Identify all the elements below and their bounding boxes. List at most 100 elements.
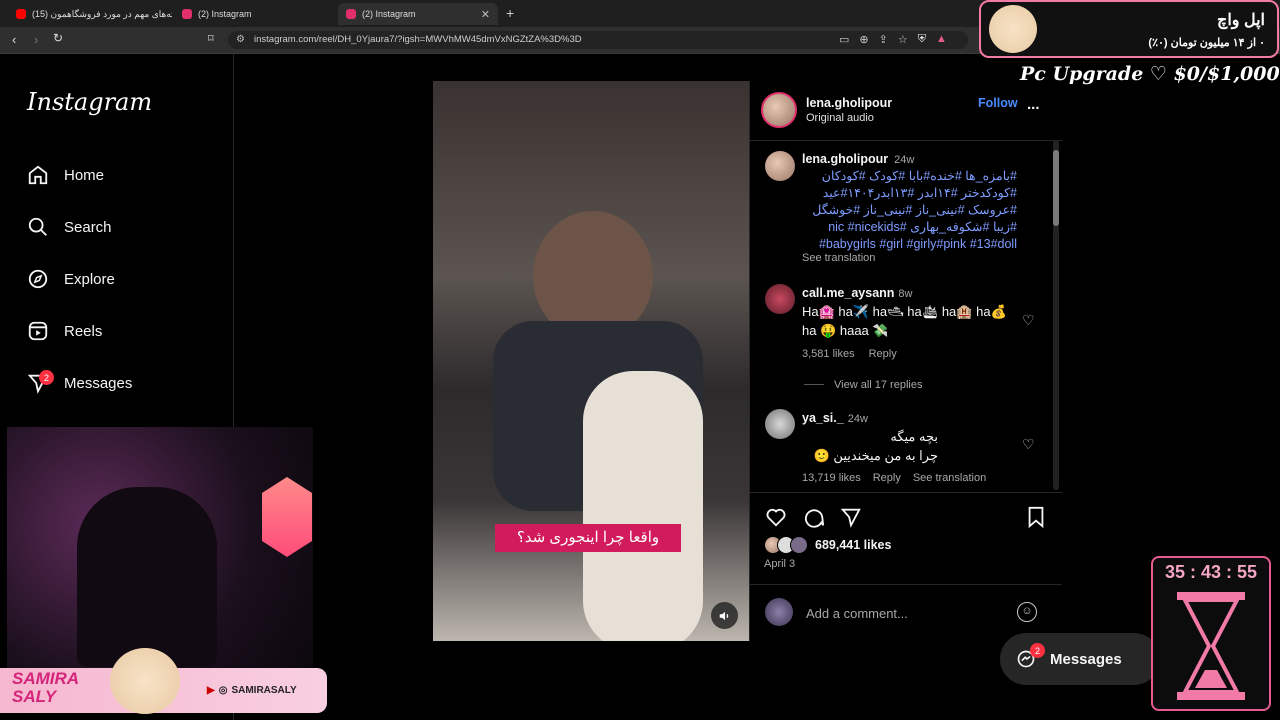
description-username[interactable]: lena.gholipour <box>802 152 888 166</box>
goal-progress: ۰ از ۱۴ میلیون تومان (۰٪) <box>1148 37 1265 49</box>
like-button[interactable] <box>764 505 788 529</box>
messages-badge: 2 <box>39 370 54 385</box>
compass-icon <box>28 269 48 289</box>
current-user-avatar <box>765 598 793 626</box>
new-tab-button[interactable]: + <box>506 5 514 21</box>
mute-button[interactable] <box>711 602 738 629</box>
see-translation-link[interactable]: See translation <box>913 472 986 484</box>
browser-tab-active[interactable]: (2) Instagram ✕ <box>338 3 498 25</box>
likes-count[interactable]: 689,441 likes <box>815 538 891 552</box>
replies-line <box>804 384 824 385</box>
audio-label[interactable]: Original audio <box>806 112 874 124</box>
reply-button[interactable]: Reply <box>873 472 901 484</box>
more-options-icon[interactable]: ... <box>1027 96 1040 113</box>
goal-avatar <box>989 5 1037 53</box>
reload-icon[interactable]: ↻ <box>53 31 63 45</box>
instagram-icon <box>346 9 356 19</box>
description-hashtags[interactable]: #بامزه_ها #خنده#بابا #کودک #کودکان #کودک… <box>802 168 1017 252</box>
tab-label: (15) نکته‌های مهم در مورد فروشگاهمون <box>32 8 172 19</box>
description-avatar[interactable] <box>765 151 795 181</box>
streamer-avatar <box>110 648 180 714</box>
video-child <box>583 371 703 641</box>
youtube-icon <box>16 9 26 19</box>
comment-avatar[interactable] <box>765 284 795 314</box>
sidebar-item-home[interactable]: Home <box>27 160 104 190</box>
description-header: lena.gholipour 24w <box>802 152 914 166</box>
comment-meta: 3,581 likes Reply <box>802 348 897 360</box>
home-icon <box>28 165 48 185</box>
handle-text: SAMIRASALY <box>231 685 297 696</box>
see-translation-link[interactable]: See translation <box>802 252 875 264</box>
comment-icon <box>805 509 825 528</box>
zoom-icon[interactable]: ⊕ <box>859 33 868 46</box>
site-info-icon[interactable]: ⚙ <box>236 34 245 45</box>
follow-button[interactable]: Follow <box>978 96 1018 110</box>
save-button[interactable] <box>1024 505 1048 529</box>
sidebar-item-search[interactable]: Search <box>27 212 112 242</box>
youtube-icon: ▶ <box>207 685 215 696</box>
comment-username[interactable]: ya_si._ <box>802 411 844 425</box>
emoji-icon[interactable]: ☺ <box>1017 602 1037 622</box>
bookmark-icon[interactable]: ⌑ <box>208 32 214 45</box>
browser-tab[interactable]: (15) نکته‌های مهم در مورد فروشگاهمون <box>8 3 172 25</box>
hourglass-icon <box>1177 592 1245 700</box>
sidebar-item-reels[interactable]: Reels <box>27 316 102 346</box>
comment-header: ya_si._ 24w <box>802 411 868 425</box>
comment-likes[interactable]: 3,581 likes <box>802 348 855 360</box>
comment-time: 8w <box>898 288 913 300</box>
speaker-icon <box>719 611 728 620</box>
comment-like-icon[interactable]: ♡ <box>1022 436 1035 453</box>
comment-username[interactable]: call.me_aysann <box>802 286 894 300</box>
scrollbar-thumb[interactable] <box>1053 150 1059 226</box>
comment-header: call.me_aysann 8w <box>802 286 912 300</box>
comment-text: چرا به من میخندیین 🙂 <box>813 448 938 463</box>
comment-text: Ha🏩 ha✈️ ha🛥 ha🛳 ha🏨 ha💰 <box>802 304 1007 319</box>
messages-badge: 2 <box>1030 643 1045 658</box>
search-icon <box>28 217 47 236</box>
toolbar-icons: ▭ ⊕ ⇪ ☆ ⛨ ▲ <box>839 33 947 46</box>
comment-likes[interactable]: 13,719 likes <box>802 472 861 484</box>
cast-icon[interactable]: ▭ <box>839 33 849 46</box>
comment-button[interactable] <box>802 505 826 529</box>
liker-avatars[interactable] <box>764 536 808 554</box>
back-icon[interactable]: ‹ <box>12 32 16 47</box>
countdown-timer: 35 : 43 : 55 <box>1164 562 1258 582</box>
comment-like-icon[interactable]: ♡ <box>1022 312 1035 329</box>
view-replies-link[interactable]: View all 17 replies <box>834 379 922 391</box>
comment-time: 24w <box>847 413 868 425</box>
browser-tab[interactable]: (2) Instagram <box>174 3 338 25</box>
pc-upgrade-goal: Pc Upgrade ♡ $0/$1,000 <box>1020 63 1280 85</box>
sidebar-item-label: Messages <box>64 374 133 392</box>
social-handle: ▶ ◎ SAMIRASALY <box>207 685 297 696</box>
tab-label: (2) Instagram <box>198 9 252 19</box>
timer-overlay: 35 : 43 : 55 <box>1151 556 1271 711</box>
sidebar-item-label: Explore <box>64 270 115 288</box>
instagram-logo[interactable]: Instagram <box>27 88 152 116</box>
add-comment-input[interactable]: Add a comment... <box>806 606 908 621</box>
reply-button[interactable]: Reply <box>869 348 897 360</box>
close-tab-icon[interactable]: ✕ <box>481 8 490 21</box>
author-avatar[interactable] <box>761 92 797 128</box>
shield-icon[interactable]: ⛨ <box>918 33 926 46</box>
comment-avatar[interactable] <box>765 409 795 439</box>
share-button[interactable] <box>839 505 863 529</box>
sidebar-item-explore[interactable]: Explore <box>27 264 115 294</box>
sidebar-item-messages[interactable]: 2 Messages <box>27 368 132 398</box>
reel-caption-overlay: واقعا چرا اینجوری شد؟ <box>495 524 681 552</box>
forward-icon[interactable]: › <box>34 32 38 47</box>
hexagon-light <box>262 477 312 557</box>
floating-messages-button[interactable]: 2 Messages <box>1000 633 1160 685</box>
comment-meta: 13,719 likes Reply See translation <box>802 472 986 484</box>
author-username[interactable]: lena.gholipour <box>806 96 892 110</box>
heart-icon <box>766 508 786 527</box>
alert-icon[interactable]: ▲ <box>936 33 947 46</box>
avatar <box>790 536 808 554</box>
share-icon[interactable]: ⇪ <box>879 33 888 46</box>
instagram-icon <box>182 9 192 19</box>
bookmark-icon <box>1028 506 1044 528</box>
reel-video[interactable] <box>433 81 749 641</box>
post-date: April 3 <box>764 558 796 570</box>
star-icon[interactable]: ☆ <box>898 33 908 46</box>
sidebar-item-label: Reels <box>64 322 103 340</box>
divider <box>750 584 1062 585</box>
